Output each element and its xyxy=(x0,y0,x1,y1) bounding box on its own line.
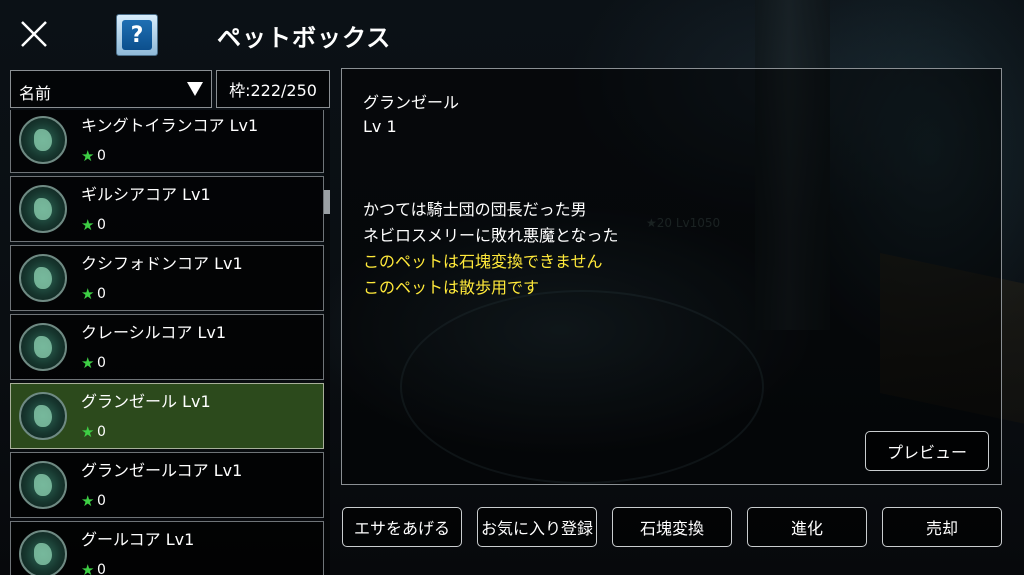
pet-star-count: 0 xyxy=(97,355,106,371)
pet-list-item[interactable]: グランゼールコア Lv1 ★ 0 xyxy=(10,452,324,518)
feed-button[interactable]: エサをあげる xyxy=(342,507,462,547)
detail-pet-name: グランゼール xyxy=(363,93,460,112)
pet-star-count: 0 xyxy=(97,562,106,575)
close-icon xyxy=(21,21,47,47)
pet-list-item[interactable]: グールコア Lv1 ★ 0 xyxy=(10,521,324,575)
warning-line: このペットは散歩用です xyxy=(363,278,540,297)
star-icon: ★ xyxy=(81,147,95,165)
sort-dropdown[interactable]: 名前 xyxy=(10,70,212,108)
pet-name: クレーシルコア Lv1 xyxy=(81,323,227,342)
sort-dropdown-label: 名前 xyxy=(19,84,52,103)
pet-core-icon xyxy=(19,116,67,164)
preview-button[interactable]: プレビュー xyxy=(865,431,989,471)
pet-list-item[interactable]: キングトイランコア Lv1 ★ 0 xyxy=(10,110,324,173)
pet-name: グールコア Lv1 xyxy=(81,530,195,549)
star-icon: ★ xyxy=(81,561,95,575)
pet-list[interactable]: キングトイランコア Lv1 ★ 0 ギルシアコア Lv1 ★ 0 クシフォドンコ… xyxy=(10,110,324,575)
star-icon: ★ xyxy=(81,216,95,234)
dropdown-arrow-icon xyxy=(187,82,203,96)
pet-name: グランゼールコア Lv1 xyxy=(81,461,243,480)
help-icon: ? xyxy=(122,20,152,50)
help-button[interactable]: ? xyxy=(116,14,158,56)
favorite-button[interactable]: お気に入り登録 xyxy=(477,507,597,547)
pet-detail-panel: グランゼール Lv 1 かつては騎士団の団長だった男 ネビロスメリーに敗れ悪魔と… xyxy=(341,68,1002,485)
pet-icon xyxy=(19,392,67,440)
pet-star-count: 0 xyxy=(97,148,106,164)
star-icon: ★ xyxy=(81,354,95,372)
pet-list-item[interactable]: クレーシルコア Lv1 ★ 0 xyxy=(10,314,324,380)
pet-name: グランゼール Lv1 xyxy=(81,392,211,411)
pet-name: キングトイランコア Lv1 xyxy=(81,116,259,135)
pet-star-count: 0 xyxy=(97,424,106,440)
pet-core-icon xyxy=(19,530,67,575)
pet-list-item[interactable]: ギルシアコア Lv1 ★ 0 xyxy=(10,176,324,242)
detail-description: かつては騎士団の団長だった男 ネビロスメリーに敗れ悪魔となった このペットは石塊… xyxy=(363,197,619,301)
pet-star-count: 0 xyxy=(97,286,106,302)
star-icon: ★ xyxy=(81,285,95,303)
pet-star-count: 0 xyxy=(97,493,106,509)
detail-pet-level: Lv 1 xyxy=(363,117,397,136)
stone-convert-button[interactable]: 石塊変換 xyxy=(612,507,732,547)
pet-star-count: 0 xyxy=(97,217,106,233)
pet-list-item-selected[interactable]: グランゼール Lv1 ★ 0 xyxy=(10,383,324,449)
pet-core-icon xyxy=(19,185,67,233)
description-line: ネビロスメリーに敗れ悪魔となった xyxy=(363,226,619,245)
star-icon: ★ xyxy=(81,423,95,441)
pet-list-scrollbar[interactable] xyxy=(324,110,330,575)
scrollbar-thumb[interactable] xyxy=(324,190,330,214)
pet-core-icon xyxy=(19,461,67,509)
pet-list-item[interactable]: クシフォドンコア Lv1 ★ 0 xyxy=(10,245,324,311)
description-line: かつては騎士団の団長だった男 xyxy=(363,200,587,219)
pet-name: クシフォドンコア Lv1 xyxy=(81,254,243,273)
page-title: ペットボックス xyxy=(217,24,392,52)
warning-line: このペットは石塊変換できません xyxy=(363,252,603,271)
pet-core-icon xyxy=(19,323,67,371)
evolve-button[interactable]: 進化 xyxy=(747,507,867,547)
pet-core-icon xyxy=(19,254,67,302)
star-icon: ★ xyxy=(81,492,95,510)
pet-name: ギルシアコア Lv1 xyxy=(81,185,211,204)
sell-button[interactable]: 売却 xyxy=(882,507,1002,547)
close-button[interactable] xyxy=(16,16,52,52)
capacity-counter: 枠:222/250 xyxy=(216,70,330,108)
